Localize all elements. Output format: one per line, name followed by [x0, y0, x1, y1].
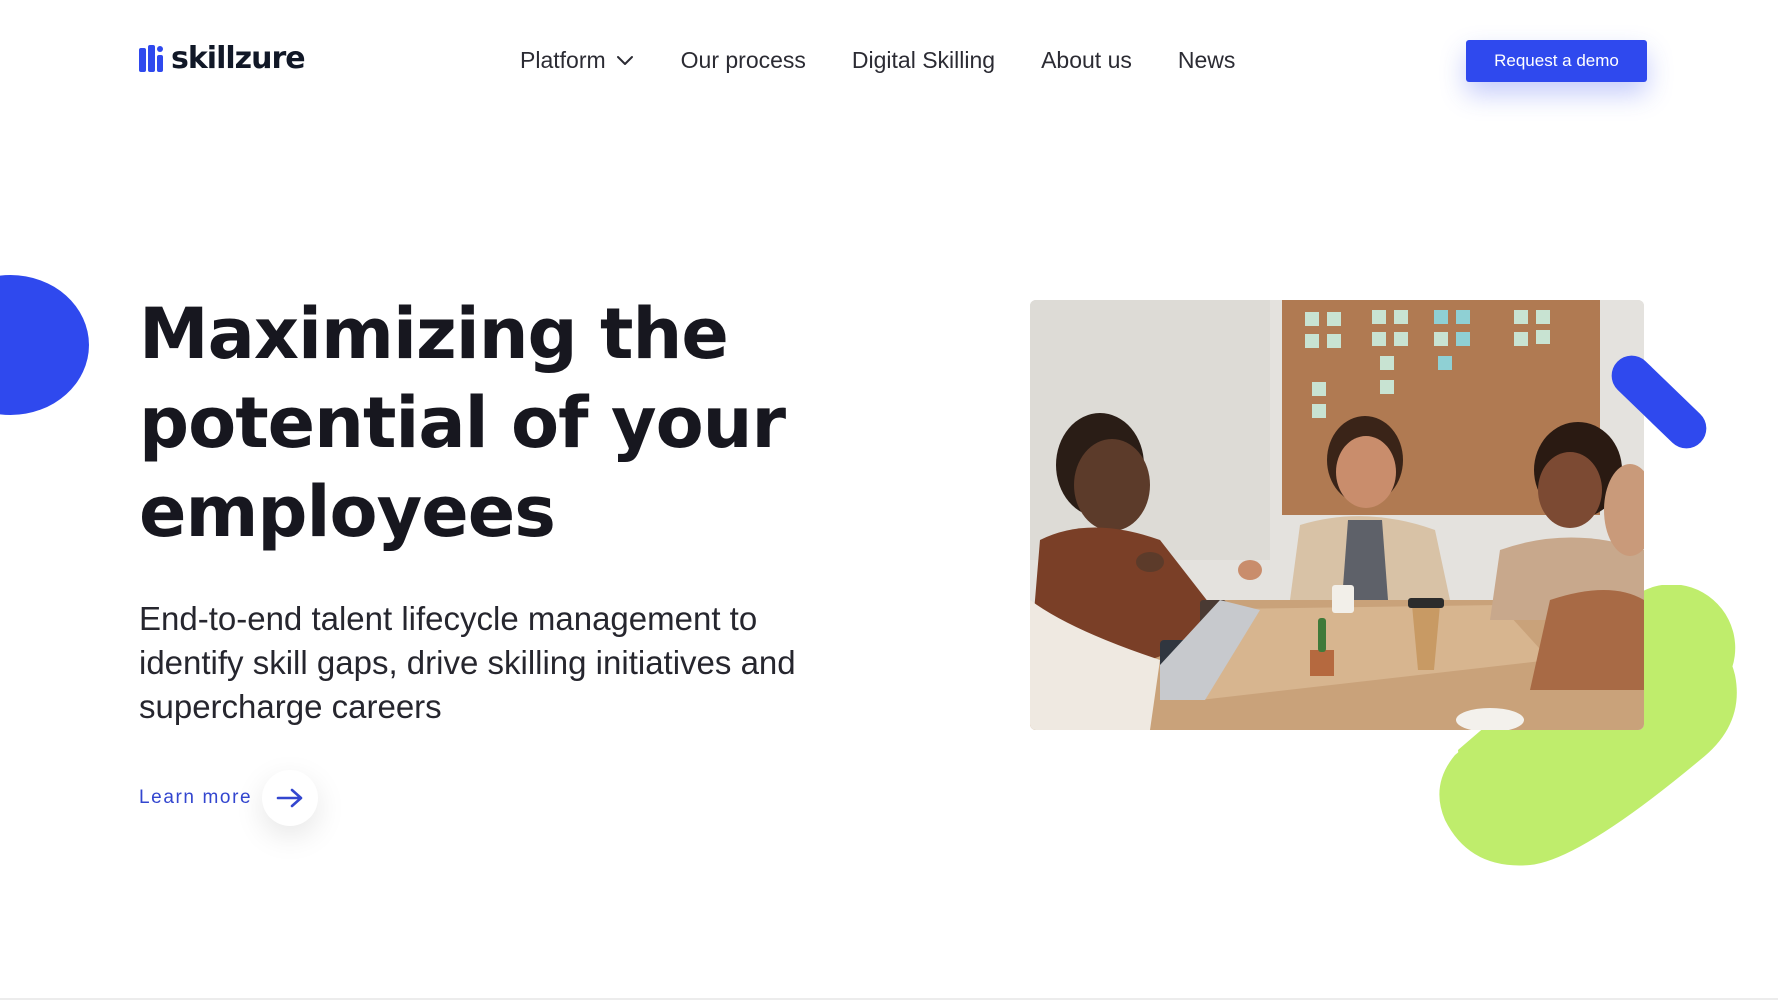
hero-title-line: potential of your: [139, 382, 786, 464]
logo-icon: [139, 45, 165, 73]
logo-text: skillzure: [171, 41, 306, 76]
main-nav: Platform Our process Digital Skilling Ab…: [520, 44, 1235, 76]
hero-title-line: Maximizing the: [139, 293, 729, 375]
learn-more-button[interactable]: [262, 770, 319, 826]
nav-item-digital-skilling[interactable]: Digital Skilling: [852, 44, 995, 76]
nav-item-label: Digital Skilling: [851, 47, 996, 73]
arrow-right-icon: [276, 788, 303, 808]
request-demo-button[interactable]: Request a demo: [1466, 40, 1647, 82]
hero-title: Maximizing the potential of your employe…: [139, 290, 859, 557]
chevron-down-icon: [616, 56, 633, 65]
nav-item-platform[interactable]: Platform: [520, 44, 635, 76]
nav-item-label: Our process: [680, 47, 806, 73]
nav-item-news[interactable]: News: [1178, 44, 1236, 76]
team-meeting-photo: [1030, 300, 1644, 730]
decorative-blue-circle: [0, 275, 89, 415]
hero-subtitle-line: supercharge careers: [139, 688, 442, 725]
page: skillzure Platform Our process Digital S…: [0, 0, 1778, 1000]
nav-item-label: Platform: [520, 47, 606, 73]
nav-item-our-process[interactable]: Our process: [681, 44, 806, 76]
hero-subtitle-line: End-to-end talent lifecycle management t…: [139, 600, 758, 637]
hero-title-line: employees: [139, 471, 556, 553]
nav-item-about-us[interactable]: About us: [1041, 44, 1132, 76]
learn-more-label: Learn more: [139, 787, 253, 808]
nav-item-label: About us: [1041, 47, 1132, 73]
nav-item-label: News: [1177, 47, 1236, 73]
hero-subtitle-line: identify skill gaps, drive skilling init…: [139, 644, 796, 681]
hero-subtitle: End-to-end talent lifecycle management t…: [139, 597, 859, 729]
learn-more-link[interactable]: Learn more: [139, 770, 319, 826]
hero-image: [1030, 300, 1644, 730]
brand-logo[interactable]: skillzure: [139, 41, 306, 76]
